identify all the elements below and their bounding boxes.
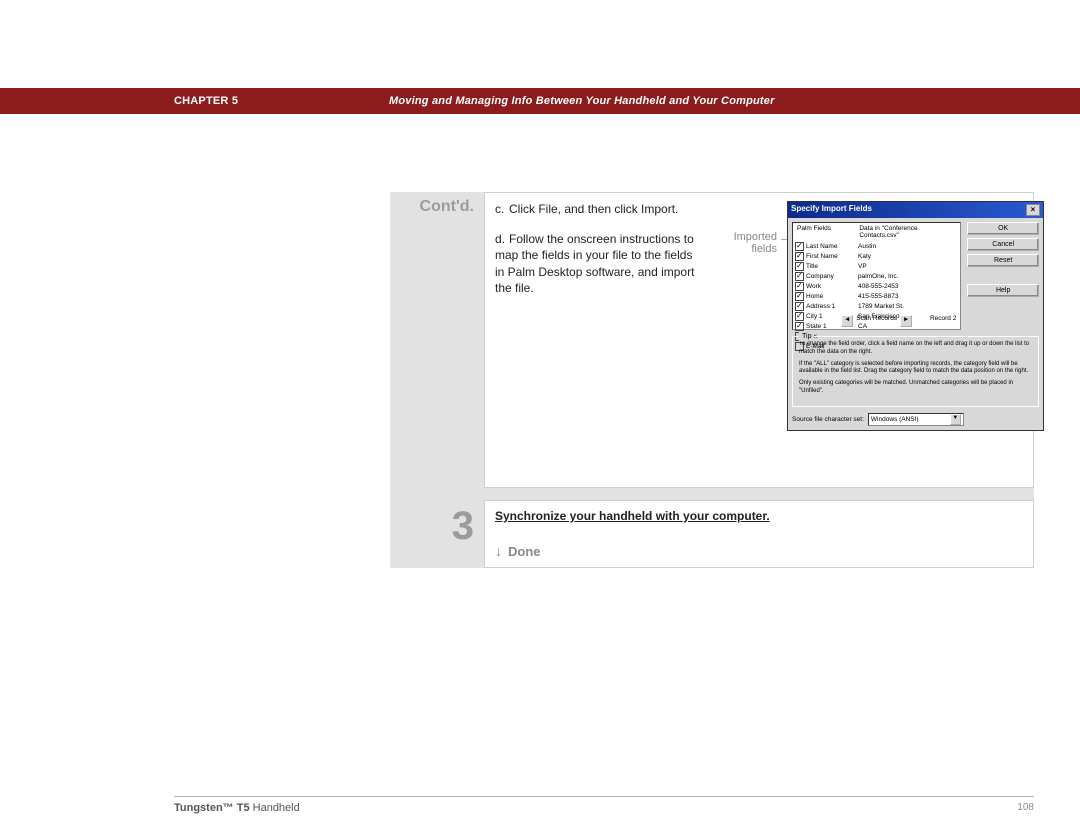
specify-import-fields-dialog: Specify Import Fields × Palm Fields Data… xyxy=(787,201,1044,431)
done-indicator: ↓ Done xyxy=(495,543,1023,559)
record-counter: Record 2 xyxy=(930,315,956,322)
field-checkbox[interactable] xyxy=(795,292,804,301)
prev-record-button[interactable]: ◄ xyxy=(841,315,853,327)
field-name: Address 1 xyxy=(806,303,858,310)
field-name: Title xyxy=(806,263,858,270)
field-name: Company xyxy=(806,273,858,280)
chevron-down-icon[interactable]: ▼ xyxy=(950,414,961,425)
down-arrow-icon: ↓ xyxy=(495,543,502,559)
field-row[interactable]: TitleVP xyxy=(795,261,958,271)
field-checkbox[interactable] xyxy=(795,252,804,261)
chapter-title: Moving and Managing Info Between Your Ha… xyxy=(389,95,1080,107)
field-value: palmOne, Inc. xyxy=(858,273,958,280)
field-name: Work xyxy=(806,283,858,290)
field-checkbox[interactable] xyxy=(795,262,804,271)
contd-label: Cont'd. xyxy=(390,192,484,488)
field-checkbox[interactable] xyxy=(795,272,804,281)
field-row[interactable]: CompanypalmOne, Inc. xyxy=(795,271,958,281)
tip-group: To change the field order, click a field… xyxy=(792,336,1039,407)
screenshot-container: Specify Import Fields × Palm Fields Data… xyxy=(781,201,1023,479)
cancel-button[interactable]: Cancel xyxy=(967,238,1039,251)
field-name: First Name xyxy=(806,253,858,260)
field-row[interactable]: Address 11789 Market St. xyxy=(795,301,958,311)
chapter-label: CHAPTER 5 xyxy=(174,95,238,107)
product-name: Tungsten™ T5 Handheld xyxy=(174,802,300,814)
field-row[interactable]: Last NameAustin xyxy=(795,241,958,251)
callout-label: Imported fields xyxy=(709,201,781,479)
field-checkbox[interactable] xyxy=(795,302,804,311)
field-list[interactable]: Palm Fields Data in "Conference Contacts… xyxy=(792,222,961,330)
field-value: VP xyxy=(858,263,958,270)
content-block: Cont'd. c.Click File, and then click Imp… xyxy=(390,192,1034,568)
synchronize-link[interactable]: Synchronize your handheld with your comp… xyxy=(495,509,770,523)
step-number-3: 3 xyxy=(390,500,484,568)
footer-rule xyxy=(174,796,1034,797)
source-charset-row: Source file character set: Windows (ANSI… xyxy=(792,413,1039,426)
field-name: Last Name xyxy=(806,243,858,250)
field-row[interactable]: First NameKaty xyxy=(795,251,958,261)
ok-button[interactable]: OK xyxy=(967,222,1039,235)
field-value: 1789 Market St. xyxy=(858,303,958,310)
reset-button[interactable]: Reset xyxy=(967,254,1039,267)
chapter-banner: CHAPTER 5 Moving and Managing Info Betwe… xyxy=(0,88,1080,114)
field-value: Austin xyxy=(858,243,958,250)
field-value: Katy xyxy=(858,253,958,260)
field-value: 415-555-8873 xyxy=(858,293,958,300)
field-checkbox[interactable] xyxy=(795,282,804,291)
dialog-titlebar: Specify Import Fields × xyxy=(788,202,1043,218)
scan-records-bar: ◄ Scan Records ► Record 2 xyxy=(795,315,958,327)
help-button[interactable]: Help xyxy=(967,284,1039,297)
page-footer: Tungsten™ T5 Handheld 108 xyxy=(174,802,1034,814)
step-c: c.Click File, and then click Import. xyxy=(495,201,705,217)
field-row[interactable]: Work408-555-2453 xyxy=(795,281,958,291)
header-palm-fields: Palm Fields xyxy=(797,225,859,239)
next-record-button[interactable]: ► xyxy=(900,315,912,327)
field-row[interactable]: Home415-555-8873 xyxy=(795,291,958,301)
charset-combo[interactable]: Windows (ANSI) ▼ xyxy=(868,413,964,426)
step-d: d.Follow the onscreen instructions to ma… xyxy=(495,231,705,296)
step3-panel: Synchronize your handheld with your comp… xyxy=(484,500,1034,568)
instruction-text: c.Click File, and then click Import. d.F… xyxy=(495,201,709,479)
page-number: 108 xyxy=(1017,802,1034,814)
field-checkbox[interactable] xyxy=(795,242,804,251)
field-name: Home xyxy=(806,293,858,300)
header-data-in: Data in "Conference Contacts.csv" xyxy=(859,225,956,239)
close-icon[interactable]: × xyxy=(1026,204,1040,216)
field-value: 408-555-2453 xyxy=(858,283,958,290)
